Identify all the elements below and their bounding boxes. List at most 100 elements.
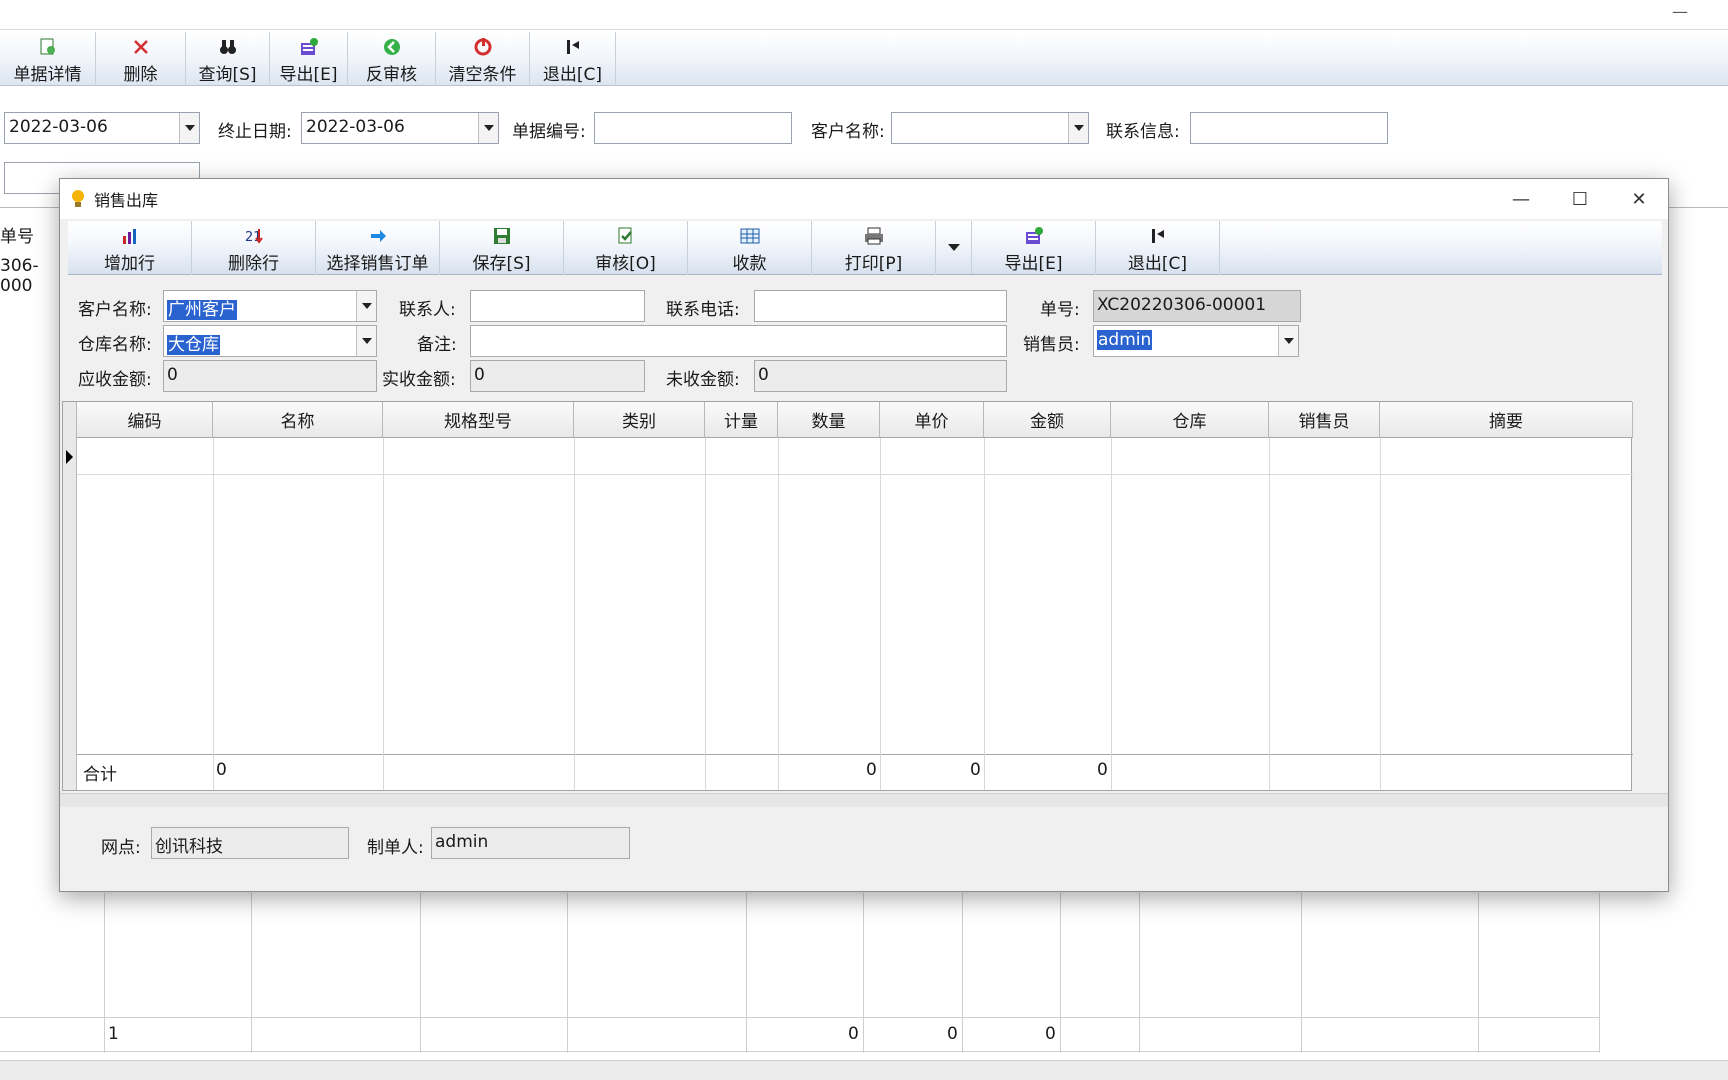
contact-filter-label: 联系信息: [1106, 122, 1180, 142]
main-minimize-button[interactable]: — [1672, 2, 1688, 21]
chevron-down-icon[interactable] [1068, 113, 1088, 143]
delete-row-button[interactable]: 21 删除行 [192, 221, 316, 275]
contact-person-input[interactable] [470, 290, 645, 322]
export-button[interactable]: 导出[E] [270, 32, 348, 86]
branch-field: 创讯科技 [151, 827, 349, 859]
column-header[interactable]: 计量 [705, 402, 778, 438]
customer-label: 客户名称: [78, 300, 152, 320]
approve-button[interactable]: 审核[O] [564, 221, 688, 275]
chevron-down-icon[interactable] [356, 326, 376, 356]
add-row-label: 增加行 [104, 254, 155, 274]
dialog-minimize-button[interactable]: — [1492, 179, 1550, 219]
order-header-form: 客户名称: 广州客户 联系人: 联系电话: 单号: XC20220306-000… [60, 275, 1670, 395]
start-date-value: 2022-03-06 [9, 117, 108, 137]
total-price: 0 [970, 760, 981, 780]
total-amount: 0 [1097, 760, 1108, 780]
printer-button[interactable]: 打印[P] [812, 221, 936, 275]
column-header[interactable]: 类别 [574, 402, 705, 438]
document-detail-button[interactable]: 单据详情 [0, 32, 96, 86]
unreceived-label: 未收金额: [666, 370, 740, 390]
column-header[interactable]: 规格型号 [383, 402, 574, 438]
doc-no-input[interactable] [594, 112, 792, 144]
customer-filter-select[interactable] [891, 112, 1089, 144]
chevron-down-icon[interactable] [1278, 326, 1298, 356]
warehouse-select[interactable]: 大仓库 [163, 325, 377, 357]
main-list-header-doc-no: 单号 [0, 227, 34, 247]
dialog-close-button[interactable]: ✕ [1610, 179, 1668, 219]
chevron-down-icon[interactable] [356, 291, 376, 321]
unreceived-field: 0 [754, 360, 1007, 392]
export-label: 导出[E] [1004, 254, 1063, 274]
unapprove-icon [381, 36, 403, 58]
phone-input[interactable] [754, 290, 1007, 322]
chevron-down-icon[interactable] [179, 113, 199, 143]
current-row-indicator-icon [66, 450, 73, 464]
clear-filter-button[interactable]: 清空条件 [436, 32, 530, 86]
salesperson-label: 销售员: [1023, 335, 1080, 355]
document-detail-label: 单据详情 [13, 65, 82, 85]
dialog-maximize-button[interactable]: ☐ [1551, 179, 1609, 219]
export-label: 导出[E] [279, 65, 338, 85]
add-row-button[interactable]: 增加行 [68, 221, 192, 275]
column-header[interactable]: 单价 [880, 402, 984, 438]
dialog-separator [60, 793, 1668, 807]
contact-person-label: 联系人: [399, 300, 456, 320]
receivable-label: 应收金额: [78, 370, 152, 390]
main-window-titlebar: — [0, 0, 1728, 30]
receive-payment-label: 收款 [732, 254, 767, 274]
received-label: 实收金额: [382, 370, 456, 390]
customer-select[interactable]: 广州客户 [163, 290, 377, 322]
print-options-dropdown[interactable] [936, 221, 972, 274]
main-list-row-doc-no[interactable]: 306-000 [0, 256, 62, 296]
doc-no-label: 单据编号: [512, 122, 586, 142]
salesperson-select[interactable]: admin [1093, 325, 1299, 357]
main-grid-total-price: 0 [947, 1024, 958, 1044]
clear-filter-icon [472, 36, 494, 58]
select-order-icon [367, 225, 389, 247]
column-header[interactable]: 编码 [77, 402, 213, 438]
select-order-label: 选择销售订单 [326, 254, 429, 274]
main-grid: 1 0 0 0 [0, 893, 1600, 1053]
sales-outbound-dialog: 销售出库 — ☐ ✕ 增加行 21 删除行 选择销售订单 保存[S] 审核[O] 收款 打印[… [59, 178, 1669, 892]
delete-row-label: 删除行 [228, 254, 279, 274]
column-header[interactable]: 销售员 [1269, 402, 1380, 438]
received-field: 0 [470, 360, 645, 392]
exit-label: 退出[C] [542, 65, 603, 85]
column-header[interactable]: 摘要 [1380, 402, 1633, 438]
select-order-button[interactable]: 选择销售订单 [316, 221, 440, 275]
exit-button[interactable]: 退出[C] [1096, 221, 1220, 275]
binoculars-label: 查询[S] [198, 65, 257, 85]
column-header[interactable]: 名称 [213, 402, 383, 438]
creator-field: admin [431, 827, 630, 859]
receive-payment-icon [739, 225, 761, 247]
export-icon [298, 36, 320, 58]
start-date-picker[interactable]: 2022-03-06 [4, 112, 200, 144]
column-header[interactable]: 金额 [984, 402, 1111, 438]
column-header[interactable]: 仓库 [1111, 402, 1269, 438]
receive-payment-button[interactable]: 收款 [688, 221, 812, 275]
dialog-titlebar[interactable]: 销售出库 — ☐ ✕ [60, 179, 1668, 219]
delete-button[interactable]: 删除 [96, 32, 186, 86]
unapprove-button[interactable]: 反审核 [348, 32, 436, 86]
exit-label: 退出[C] [1127, 254, 1188, 274]
unapprove-label: 反审核 [366, 65, 417, 85]
delete-row-icon: 21 [243, 225, 265, 247]
end-date-picker[interactable]: 2022-03-06 [301, 112, 499, 144]
save-button[interactable]: 保存[S] [440, 221, 564, 275]
contact-filter-input[interactable] [1190, 112, 1388, 144]
chevron-down-icon[interactable] [478, 113, 498, 143]
exit-button[interactable]: 退出[C] [530, 32, 616, 86]
warehouse-value: 大仓库 [167, 335, 220, 355]
total-count: 0 [216, 760, 227, 780]
remark-input[interactable] [470, 325, 1007, 357]
column-header[interactable]: 数量 [778, 402, 880, 438]
branch-label: 网点: [101, 838, 141, 858]
dialog-title: 销售出库 [94, 191, 159, 210]
remark-label: 备注: [417, 335, 457, 355]
export-icon [1023, 225, 1045, 247]
save-icon [491, 225, 513, 247]
customer-filter-label: 客户名称: [811, 122, 885, 142]
clear-filter-label: 清空条件 [448, 65, 517, 85]
binoculars-button[interactable]: 查询[S] [186, 32, 270, 86]
export-button[interactable]: 导出[E] [972, 221, 1096, 275]
